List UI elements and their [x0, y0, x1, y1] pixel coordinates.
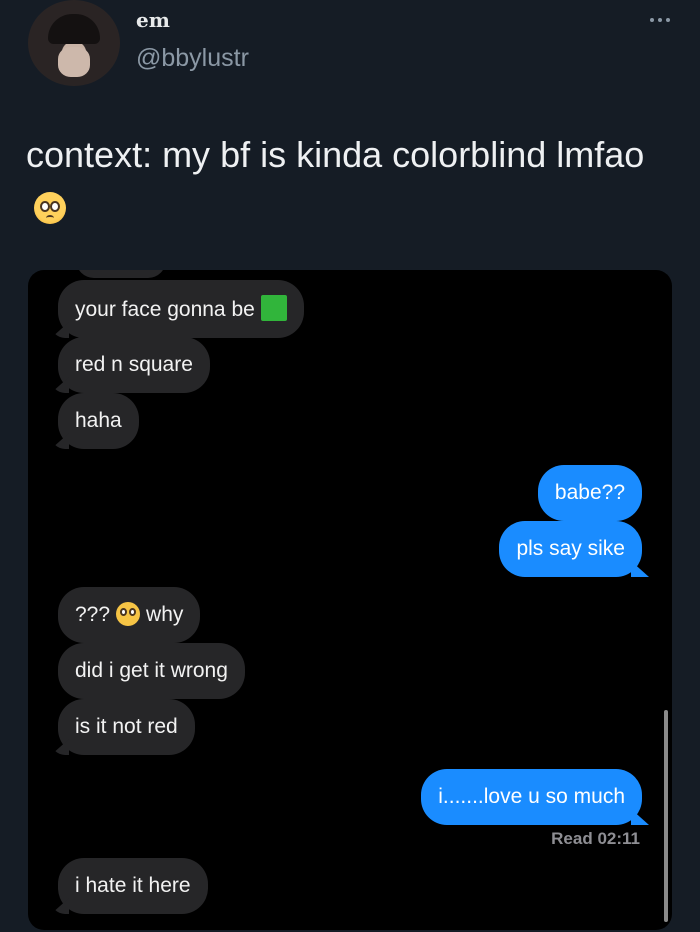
user-handle[interactable]: @bbylustr: [136, 44, 249, 73]
message-text: is it not red: [75, 715, 178, 738]
message-bubble-outgoing[interactable]: pls say sike: [499, 521, 649, 577]
message-text: haha: [75, 409, 122, 432]
message-bubble-incoming[interactable]: is it not red: [51, 699, 195, 755]
message-bubble-incoming[interactable]: ??? why: [58, 587, 201, 643]
tweet-header: em @bbylustr: [0, 0, 700, 100]
message-bubble-incoming[interactable]: red n square: [51, 337, 210, 393]
partial-message-bubble: [76, 270, 166, 278]
tweet-text: context: my bf is kinda colorblind lmfao: [26, 128, 666, 236]
more-icon[interactable]: [644, 12, 676, 28]
read-receipt: Read 02:11: [551, 829, 640, 848]
pleading-face-emoji-icon: [34, 192, 66, 224]
tweet-body: context: my bf is kinda colorblind lmfao: [26, 134, 645, 175]
message-bubble-outgoing[interactable]: i.......love u so much: [421, 769, 649, 825]
green-square-emoji-icon: [260, 295, 287, 321]
message-text: pls say sike: [516, 537, 625, 560]
message-text: red n square: [75, 353, 193, 376]
message-bubble-outgoing[interactable]: babe??: [537, 465, 642, 521]
message-bubble-incoming[interactable]: your face gonna be: [51, 280, 304, 338]
avatar[interactable]: [28, 0, 120, 86]
pleading-face-emoji-icon: [116, 602, 141, 626]
message-text: babe??: [554, 481, 625, 504]
message-text: i hate it here: [75, 874, 191, 897]
message-bubble-incoming[interactable]: haha: [51, 393, 139, 449]
message-text: i.......love u so much: [438, 785, 625, 808]
message-bubble-incoming[interactable]: i hate it here: [51, 858, 208, 914]
message-text: your face gonna be: [75, 298, 255, 321]
message-thread-image[interactable]: your face gonna be red n square haha bab…: [28, 270, 672, 930]
message-text: why: [146, 603, 184, 626]
scrollbar[interactable]: [664, 710, 668, 922]
message-text: ???: [75, 603, 111, 626]
display-name[interactable]: em: [136, 8, 170, 32]
message-text: did i get it wrong: [75, 659, 228, 682]
message-bubble-incoming[interactable]: did i get it wrong: [58, 643, 245, 699]
